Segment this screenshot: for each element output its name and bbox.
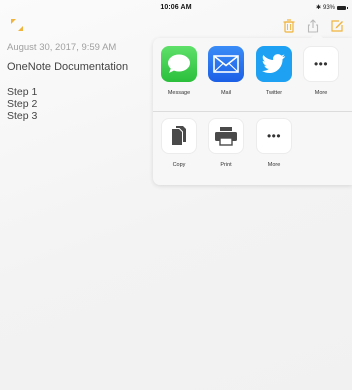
mail-tile bbox=[208, 46, 244, 82]
copy-tile bbox=[161, 118, 197, 154]
toolbar-actions bbox=[282, 19, 344, 33]
share-app-label: More bbox=[314, 90, 328, 96]
share-action-copy[interactable]: Copy bbox=[157, 118, 201, 168]
share-action-print[interactable]: Print bbox=[204, 118, 248, 168]
share-app-more[interactable]: ••• More bbox=[299, 46, 343, 96]
message-icon bbox=[168, 54, 190, 73]
share-action-label: Print bbox=[220, 162, 232, 168]
more-icon: ••• bbox=[266, 129, 282, 143]
share-icon bbox=[307, 19, 319, 33]
share-app-label: Twitter bbox=[265, 90, 283, 96]
share-sheet: Message Mail Twitter ••• More Copy Print… bbox=[153, 32, 352, 185]
battery-percent: 93% bbox=[322, 4, 335, 11]
share-apps-row: Message Mail Twitter ••• More bbox=[153, 46, 352, 110]
expand-button[interactable] bbox=[9, 17, 25, 33]
expand-icon bbox=[11, 19, 23, 31]
share-app-label: Message bbox=[167, 90, 191, 96]
share-actions-row: Copy Print ••• More bbox=[153, 118, 352, 182]
share-sheet-divider bbox=[153, 111, 352, 112]
share-app-twitter[interactable]: Twitter bbox=[252, 46, 296, 96]
more-icon: ••• bbox=[313, 57, 329, 71]
message-tile bbox=[161, 46, 197, 82]
status-bar: 10:06 AM ✱ 93% bbox=[0, 0, 352, 16]
share-action-label: Copy bbox=[172, 162, 186, 168]
more-tile: ••• bbox=[256, 118, 292, 154]
copy-icon bbox=[172, 126, 186, 145]
share-app-label: Mail bbox=[220, 90, 232, 96]
print-tile bbox=[208, 118, 244, 154]
share-action-more[interactable]: ••• More bbox=[252, 118, 296, 168]
share-button[interactable] bbox=[306, 19, 320, 33]
share-action-label: More bbox=[267, 162, 281, 168]
mail-icon bbox=[213, 55, 239, 73]
status-time: 10:06 AM bbox=[160, 4, 192, 11]
battery-icon bbox=[337, 5, 348, 10]
status-indicators: ✱ 93% bbox=[315, 4, 348, 11]
trash-icon bbox=[283, 19, 295, 33]
share-app-mail[interactable]: Mail bbox=[204, 46, 248, 96]
more-tile: ••• bbox=[303, 46, 339, 82]
print-icon bbox=[215, 127, 237, 146]
popover-arrow bbox=[311, 32, 323, 38]
twitter-tile bbox=[256, 46, 292, 82]
compose-button[interactable] bbox=[330, 19, 344, 33]
delete-button[interactable] bbox=[282, 19, 296, 33]
compose-icon bbox=[331, 20, 343, 32]
share-app-message[interactable]: Message bbox=[157, 46, 201, 96]
bluetooth-icon: ✱ bbox=[315, 5, 321, 11]
twitter-icon bbox=[261, 54, 286, 74]
